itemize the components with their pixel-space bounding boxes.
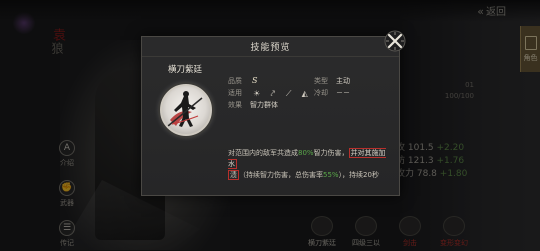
skill-emblem xyxy=(160,84,212,136)
skill-description: 对范围内的敌军共造成80%智力伤害， 并对其施加水 渍（持续智力伤害，总伤害率55… xyxy=(228,148,386,180)
spear-icon: ⟋ xyxy=(285,88,292,98)
total-damage-percent: 55% xyxy=(323,171,339,179)
cooldown-value: －－ xyxy=(336,89,350,97)
dialog-header: 技能预览 xyxy=(142,37,399,57)
applicable-label: 适用 xyxy=(228,89,242,97)
dialog-title: 技能预览 xyxy=(250,43,291,53)
skill-preview-dialog: 技能预览 横刀紫廷 品质 S 类型 主动 适用 ☀ ⤤ ⟋ ◭ 冷却 －－ 效果… xyxy=(141,30,406,196)
warrior-slash-icon xyxy=(167,91,203,127)
type-row: 类型 主动 xyxy=(314,76,350,86)
effect-value: 智力群体 xyxy=(250,101,278,109)
applicable-row: 适用 ☀ ⤤ ⟋ ◭ xyxy=(228,88,309,98)
bow-icon: ⤤ xyxy=(270,88,275,98)
fan-icon: ◭ xyxy=(301,88,308,98)
type-label: 类型 xyxy=(314,77,328,85)
close-button[interactable] xyxy=(383,29,407,53)
effect-row: 效果 智力群体 xyxy=(228,100,278,110)
effect-label: 效果 xyxy=(228,101,242,109)
type-value: 主动 xyxy=(336,77,350,85)
grade-label: 品质 xyxy=(228,77,242,85)
damage-percent: 80% xyxy=(298,149,314,157)
sun-icon: ☀ xyxy=(253,88,261,98)
grade-row: 品质 S xyxy=(228,76,257,86)
close-icon xyxy=(384,30,406,52)
grade-value: S xyxy=(252,76,258,85)
cooldown-label: 冷却 xyxy=(314,89,328,97)
skill-name: 横刀紫廷 xyxy=(168,65,203,75)
cooldown-row: 冷却 －－ xyxy=(314,88,350,98)
weapon-icons: ☀ ⤤ ⟋ ◭ xyxy=(252,89,309,98)
highlight-effect: 渍 xyxy=(228,170,239,180)
